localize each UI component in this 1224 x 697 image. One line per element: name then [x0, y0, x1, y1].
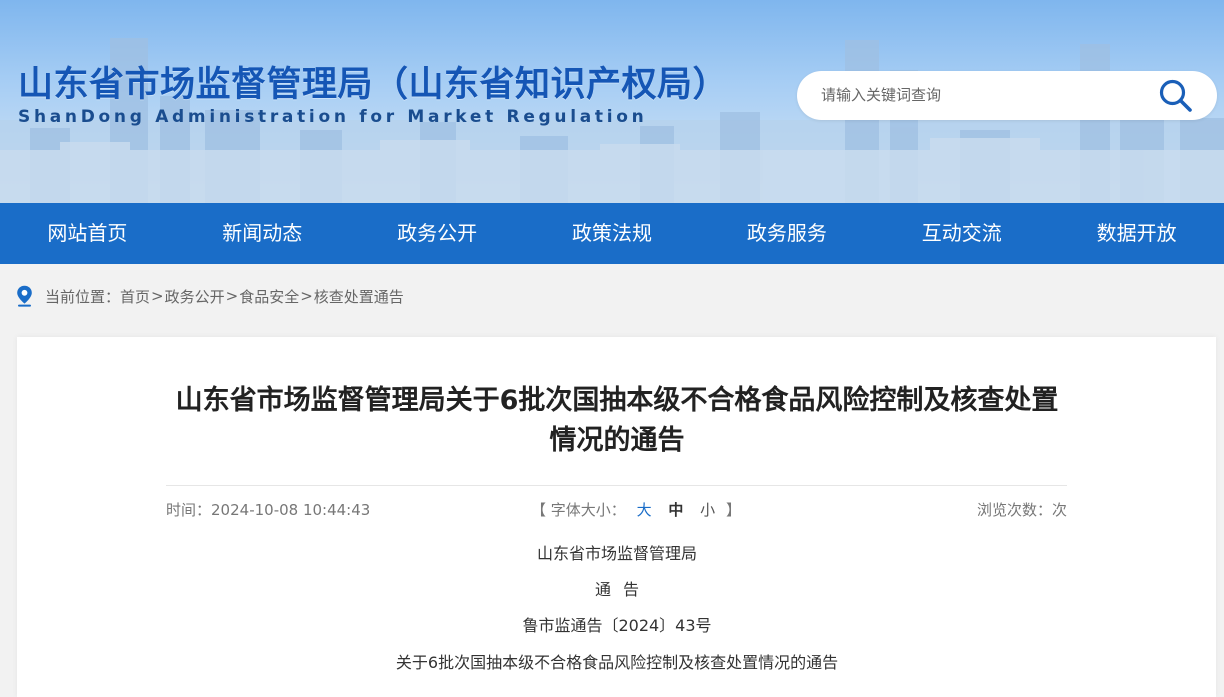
breadcrumb-prefix: 当前位置： [45, 287, 121, 306]
article-title: 山东省市场监督管理局关于6批次国抽本级不合格食品风险控制及核查处置情况的通告 [175, 385, 1059, 456]
search-button[interactable] [1157, 77, 1195, 115]
publish-time-value: 2024-10-08 10:44:43 [211, 501, 371, 519]
breadcrumb-separator: > [225, 287, 239, 305]
font-size-small-button[interactable]: 小 [700, 501, 715, 519]
issuer-name: 山东省市场监督管理局 [536, 544, 697, 563]
document-number: 鲁市监通告〔2024〕43号 [522, 616, 712, 635]
nav-item-services[interactable]: 政务服务 [699, 203, 874, 264]
location-pin-icon [17, 285, 32, 307]
font-size-medium-button[interactable]: 中 [668, 501, 683, 519]
publish-time: 时间：2024-10-08 10:44:43 [166, 499, 370, 520]
notice-heading: 通告 [594, 580, 651, 599]
publish-time-label: 时间： [166, 501, 212, 519]
font-size-control: 【 字体大小： 大 中 小 】 [531, 499, 741, 520]
article-card: 山东省市场监督管理局关于6批次国抽本级不合格食品风险控制及核查处置情况的通告 时… [17, 337, 1216, 697]
search-box [797, 71, 1217, 120]
font-size-close: 】 [725, 501, 741, 519]
font-size-large-button[interactable]: 大 [637, 501, 652, 519]
nav-item-home[interactable]: 网站首页 [0, 203, 175, 264]
breadcrumb-government-affairs[interactable]: 政务公开 [165, 286, 225, 307]
breadcrumb-food-safety[interactable]: 食品安全 [239, 286, 299, 307]
breadcrumb: 当前位置： 首页 > 政务公开 > 食品安全 > 核查处置通告 [16, 284, 404, 308]
site-title: 山东省市场监督管理局（山东省知识产权局） [18, 65, 729, 105]
nav-item-government-affairs[interactable]: 政务公开 [350, 203, 525, 264]
breadcrumb-separator: > [151, 287, 164, 305]
notice-subject: 关于6批次国抽本级不合格食品风险控制及核查处置情况的通告 [395, 653, 839, 672]
search-icon [1159, 79, 1192, 112]
breadcrumb-home[interactable]: 首页 [120, 286, 150, 307]
font-size-label: 【 字体大小： [531, 501, 626, 519]
site-subtitle: ShanDong Administration for Market Regul… [18, 107, 648, 127]
main-nav: 网站首页 新闻动态 政务公开 政策法规 政务服务 互动交流 数据开放 [0, 203, 1224, 264]
breadcrumb-current[interactable]: 核查处置通告 [314, 286, 404, 307]
view-count: 浏览次数：次 [976, 501, 1067, 519]
search-input[interactable] [821, 83, 1141, 107]
nav-item-interaction[interactable]: 互动交流 [874, 203, 1049, 264]
nav-item-open-data[interactable]: 数据开放 [1049, 203, 1224, 264]
breadcrumb-separator: > [300, 287, 313, 305]
nav-item-news[interactable]: 新闻动态 [175, 203, 350, 264]
article-meta: 时间：2024-10-08 10:44:43 【 字体大小： 大 中 小 】 浏… [166, 485, 1067, 526]
nav-item-policies[interactable]: 政策法规 [525, 203, 700, 264]
site-header: 山东省市场监督管理局（山东省知识产权局） ShanDong Administra… [0, 0, 1224, 203]
